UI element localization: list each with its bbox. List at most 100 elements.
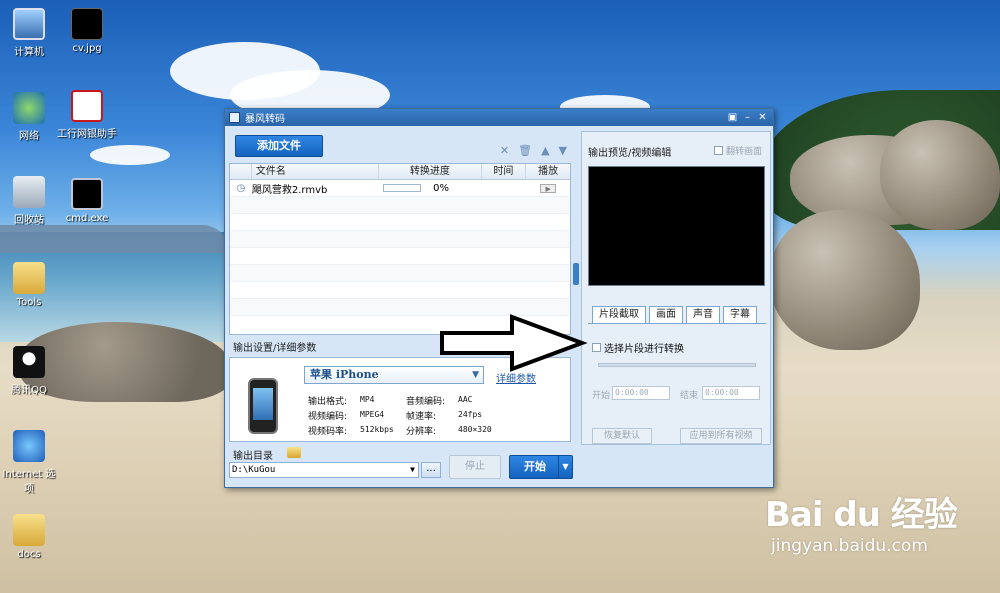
tab-sound[interactable]: 声音: [686, 306, 720, 324]
baidu-jingyan-watermark: Bai du 经验 jingyan.baidu.com: [765, 487, 958, 556]
param-frame-rate: 帧速率: 24fps: [406, 410, 483, 422]
cloud: [90, 145, 170, 165]
network-icon: [13, 92, 45, 124]
edit-tabs: 片段截取 画面 声音 字幕: [592, 306, 757, 324]
column-header-play[interactable]: 播放: [526, 164, 570, 179]
segment-checkbox[interactable]: 选择片段进行转换: [592, 340, 684, 355]
list-tools: ✕ 🗑 ▲ ▼: [500, 144, 567, 157]
list-item: [230, 231, 570, 248]
add-file-button[interactable]: 添加文件: [235, 135, 323, 157]
folder-icon[interactable]: [287, 447, 301, 458]
apply-all-button[interactable]: 应用到所有视频: [680, 428, 762, 444]
param-output-format: 输出格式: MP4: [308, 395, 375, 407]
param-resolution: 分辨率: 480×320: [406, 425, 492, 437]
desktop-icon-cmd[interactable]: cmd.exe: [58, 178, 116, 224]
computer-icon: [13, 8, 45, 40]
progress-cell: 0%: [379, 183, 481, 194]
iphone-icon: [248, 378, 278, 434]
menu-icon[interactable]: ▣: [726, 112, 739, 123]
param-video-codec: 视频编码: MPEG4: [308, 410, 385, 422]
window-title: 暴风转码: [245, 114, 285, 125]
app-window: 暴风转码 ▣ – ✕ 添加文件 ✕ 🗑 ▲ ▼ 文件名 转换进度 时间 播放 ◷: [224, 108, 774, 488]
chevron-down-icon[interactable]: ▼: [410, 463, 415, 477]
image-file-icon: [71, 8, 103, 40]
start-time-label: 开始: [592, 391, 611, 401]
column-header-progress[interactable]: 转换进度: [379, 164, 482, 179]
desktop-icon-recycle-bin[interactable]: 回收站: [0, 176, 58, 226]
output-dir-input[interactable]: D:\KuGou ▼: [229, 462, 419, 478]
chevron-down-icon[interactable]: ▼: [558, 456, 572, 478]
desktop-icon-cv-jpg[interactable]: cv.jpg: [58, 8, 116, 54]
desktop-icon-tools[interactable]: Tools: [0, 262, 58, 308]
end-time-label: 结束: [680, 391, 699, 401]
checkbox-icon: [713, 146, 723, 155]
arrow-shape: [440, 314, 588, 372]
table-row[interactable]: ◷ 飓风营救2.rmvb 0% ▶: [230, 180, 570, 197]
mountain-background: [0, 225, 230, 253]
remove-icon[interactable]: ✕: [500, 144, 509, 157]
toolbar: 添加文件 ✕ 🗑 ▲ ▼: [229, 131, 573, 161]
ie-icon: [13, 430, 45, 462]
panel-collapse-handle[interactable]: [573, 263, 579, 285]
folder-icon: [13, 262, 45, 294]
cmd-icon: [71, 178, 103, 210]
browse-button[interactable]: ...: [421, 462, 441, 478]
watermark-logo: Bai du 经验: [765, 495, 958, 535]
end-time-input[interactable]: 0:00:00: [702, 386, 760, 400]
play-icon[interactable]: ▶: [540, 183, 557, 193]
trash-icon[interactable]: 🗑: [518, 144, 532, 157]
video-preview: [588, 166, 765, 286]
file-name: 飓风营救2.rmvb: [251, 184, 328, 196]
minimize-icon[interactable]: –: [741, 112, 754, 123]
clip-tab-body: 选择片段进行转换 开始 0:00:00 结束 0:00:00: [588, 323, 766, 415]
tab-picture[interactable]: 画面: [649, 306, 683, 324]
watermark-url: jingyan.baidu.com: [771, 536, 928, 556]
desktop-icon-qq[interactable]: 腾讯QQ: [0, 346, 58, 396]
list-item: [230, 265, 570, 282]
list-item: [230, 248, 570, 265]
param-video-bitrate: 视频码率: 512kbps: [308, 425, 394, 437]
file-list: 文件名 转换进度 时间 播放 ◷ 飓风营救2.rmvb 0% ▶: [229, 163, 571, 335]
icbc-bank-icon: [71, 90, 103, 122]
output-dir-label: 输出目录: [233, 451, 273, 462]
desktop-icon-docs[interactable]: docs: [0, 514, 58, 560]
list-header: 文件名 转换进度 时间 播放: [230, 164, 570, 180]
rock: [770, 210, 920, 350]
param-audio-codec: 音频编码: AAC: [406, 395, 473, 407]
column-header-time[interactable]: 时间: [482, 164, 527, 179]
progress-bar: [383, 184, 422, 192]
restore-default-button[interactable]: 恢复默认: [592, 428, 652, 444]
segment-slider[interactable]: [598, 363, 756, 367]
app-icon: [229, 112, 240, 123]
recycle-bin-icon: [13, 176, 45, 208]
qq-icon: [13, 346, 45, 378]
close-icon[interactable]: ✕: [756, 112, 769, 123]
start-button[interactable]: 开始 ▼: [509, 455, 573, 479]
desktop-icon-network[interactable]: 网络: [0, 92, 58, 142]
preview-label: 输出预览/视频编辑: [588, 148, 672, 159]
rock: [880, 120, 1000, 230]
clock-icon: ◷: [236, 182, 246, 194]
flip-checkbox[interactable]: 翻转画面: [713, 144, 762, 157]
output-settings-label: 输出设置/详细参数: [233, 343, 317, 354]
tab-subtitle[interactable]: 字幕: [723, 306, 757, 324]
stop-button[interactable]: 停止: [449, 455, 501, 479]
tab-clip[interactable]: 片段截取: [592, 306, 646, 324]
desktop-icon-icbc[interactable]: 工行网银助手: [56, 90, 118, 140]
checkbox-icon: [592, 343, 601, 352]
desktop-icon-computer[interactable]: 计算机: [0, 8, 58, 58]
list-item: [230, 282, 570, 299]
start-time-input[interactable]: 0:00:00: [612, 386, 670, 400]
annotation-arrow: [440, 314, 588, 372]
preview-panel: 输出预览/视频编辑 翻转画面 片段截取 画面 声音 字幕 选择片段进行转换 开始…: [581, 131, 771, 445]
progress-text: 0%: [433, 182, 449, 194]
left-panel: 添加文件 ✕ 🗑 ▲ ▼ 文件名 转换进度 时间 播放 ◷ 飓风营救2.rmvb: [229, 131, 573, 483]
desktop-icon-internet-options[interactable]: Internet 选项: [0, 430, 58, 495]
move-up-icon[interactable]: ▲: [541, 144, 549, 157]
folder-icon: [13, 514, 45, 546]
move-down-icon[interactable]: ▼: [559, 144, 567, 157]
column-header-name[interactable]: 文件名: [252, 164, 380, 179]
list-item: [230, 197, 570, 214]
list-item: [230, 214, 570, 231]
title-bar[interactable]: 暴风转码 ▣ – ✕: [225, 109, 773, 126]
